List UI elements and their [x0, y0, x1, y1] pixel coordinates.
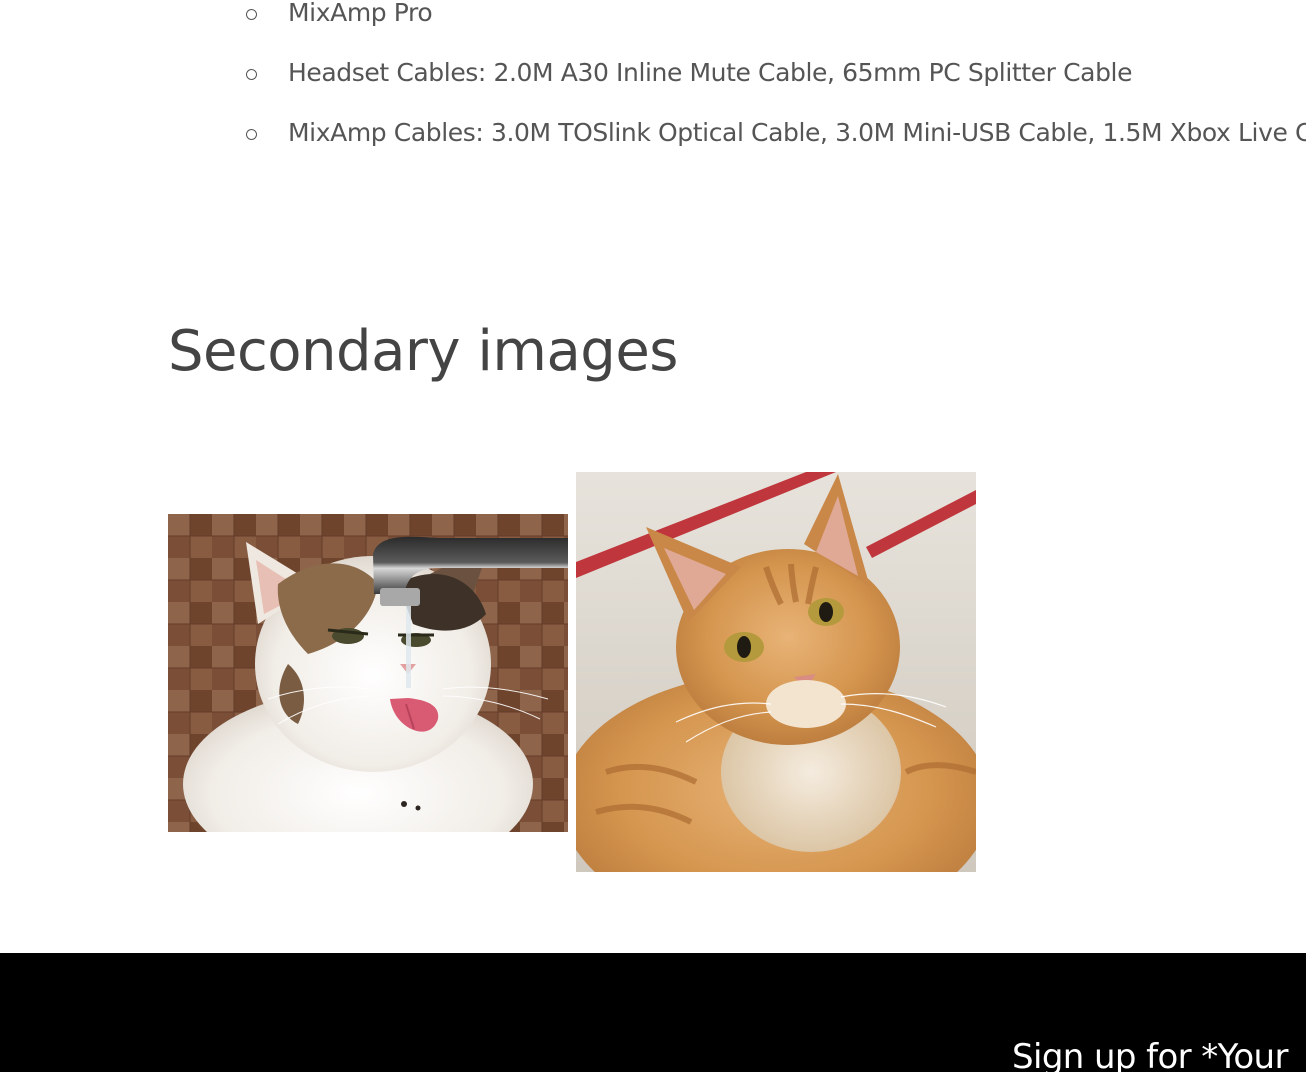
circle-bullet-icon: [246, 129, 257, 140]
circle-bullet-icon: [246, 9, 257, 20]
secondary-images-heading: Secondary images: [168, 319, 678, 384]
package-contents-list: MixAmp Pro Headset Cables: 2.0M A30 Inli…: [244, 0, 1306, 168]
list-item-label: MixAmp Cables: 3.0M TOSlink Optical Cabl…: [288, 118, 1306, 147]
list-item: MixAmp Pro: [244, 0, 1306, 48]
list-item-label: Headset Cables: 2.0M A30 Inline Mute Cab…: [288, 58, 1133, 87]
newsletter-footer: Sign up for *Your: [0, 953, 1306, 1072]
list-item: MixAmp Cables: 3.0M TOSlink Optical Cabl…: [244, 108, 1306, 168]
signup-heading: Sign up for *Your: [1012, 1037, 1288, 1072]
list-item-label: MixAmp Pro: [288, 0, 433, 27]
cat-drinking-from-faucet-image[interactable]: [168, 514, 568, 832]
circle-bullet-icon: [246, 69, 257, 80]
list-item: Headset Cables: 2.0M A30 Inline Mute Cab…: [244, 48, 1306, 108]
main-content: MixAmp Pro Headset Cables: 2.0M A30 Inli…: [0, 0, 1306, 953]
orange-tabby-cat-image[interactable]: [576, 472, 976, 872]
